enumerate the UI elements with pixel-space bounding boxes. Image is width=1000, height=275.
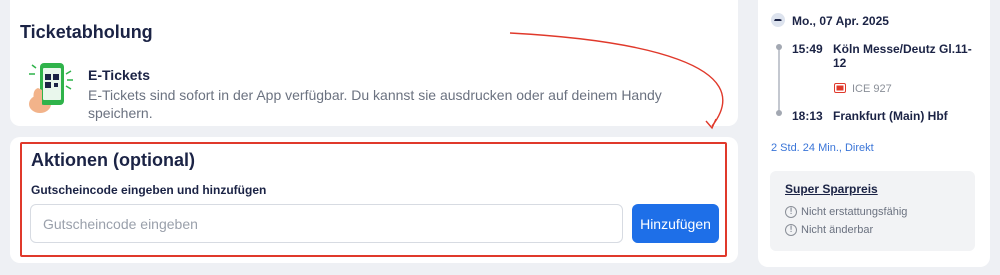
info-icon: ! (785, 206, 797, 218)
train-number: ICE 927 (852, 83, 892, 95)
departure-station: Köln Messe/Deutz Gl.11-12 (833, 42, 972, 70)
db-train-icon (834, 83, 846, 93)
voucher-label: Gutscheincode eingeben und hinzufügen (31, 183, 267, 197)
journey-timeline (776, 44, 782, 116)
voucher-code-input[interactable] (30, 204, 623, 243)
eticket-title: E-Tickets (88, 67, 150, 83)
fare-name-link[interactable]: Super Sparpreis (785, 182, 878, 196)
info-icon: ! (785, 224, 797, 236)
travel-date: Mo., 07 Apr. 2025 (792, 14, 889, 28)
actions-title: Aktionen (optional) (31, 150, 195, 170)
eticket-description: E-Tickets sind sofort in der App verfügb… (88, 87, 662, 121)
fare-condition: ! Nicht änderbar (785, 224, 873, 236)
phone-qr-icon (29, 63, 73, 113)
fare-condition-label: Nicht erstattungsfähig (801, 206, 908, 218)
departure-time: 15:49 (792, 42, 823, 56)
ticket-pickup-title: Ticketabholung (20, 22, 153, 42)
train-icon (771, 13, 785, 27)
arrival-time: 18:13 (792, 109, 823, 123)
fare-condition-label: Nicht änderbar (801, 224, 874, 236)
journey-duration: 2 Std. 24 Min., Direkt (771, 142, 874, 154)
add-voucher-button[interactable]: Hinzufügen (632, 204, 719, 243)
arrival-station: Frankfurt (Main) Hbf (833, 109, 948, 123)
fare-condition: ! Nicht erstattungsfähig (785, 206, 907, 218)
